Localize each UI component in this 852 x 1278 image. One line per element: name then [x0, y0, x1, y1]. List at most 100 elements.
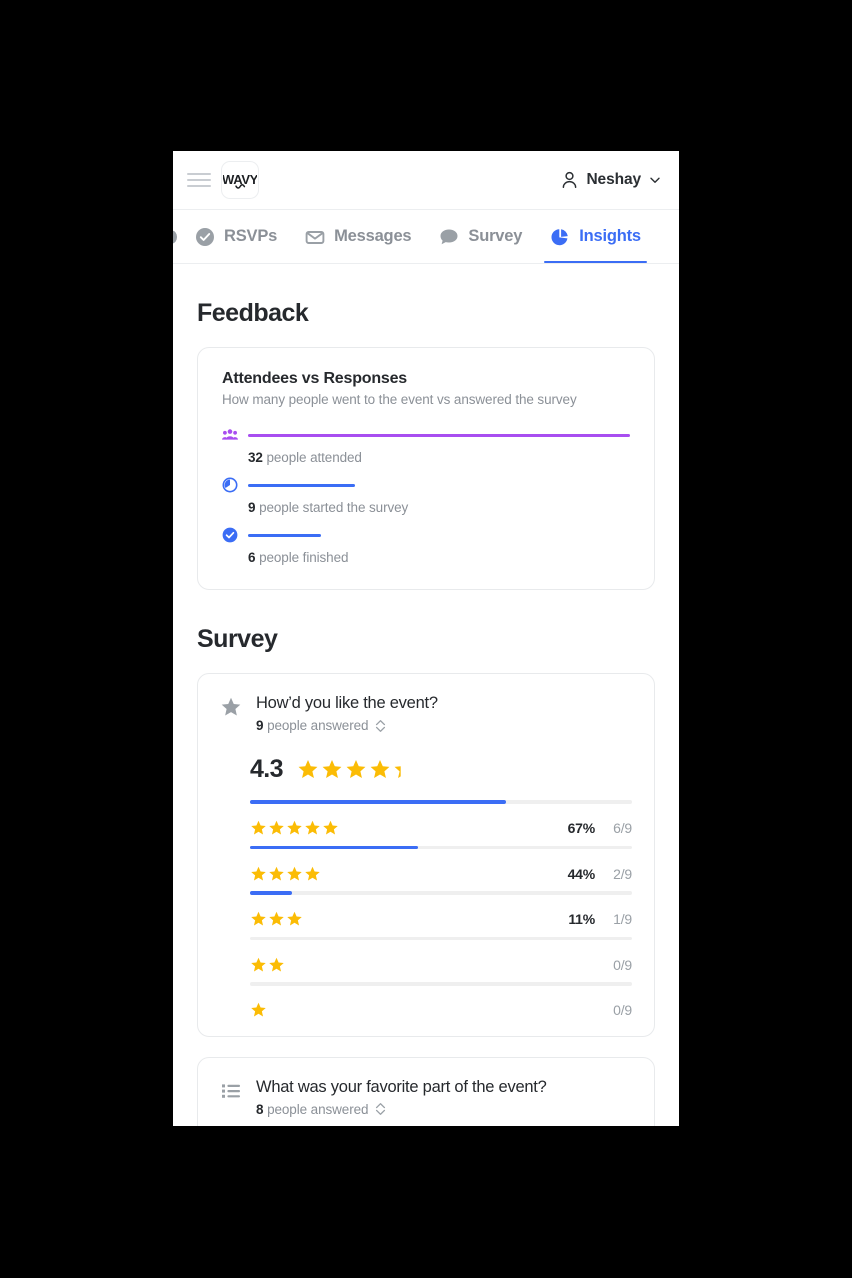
partial-tab-icon [173, 230, 177, 243]
star-icon [221, 697, 241, 716]
star-icon [287, 911, 302, 926]
pie-slice-icon [222, 477, 238, 493]
attendee-stat-caption: 32 people attended [248, 450, 630, 465]
user-menu[interactable]: Neshay [561, 171, 661, 189]
progress-fill [250, 891, 293, 895]
wavy-logo-icon: WAVY [223, 172, 257, 189]
tab-insights-label: Insights [579, 227, 641, 245]
tab-survey-label: Survey [468, 227, 523, 245]
rating-row: 67% 6/9 [250, 800, 632, 846]
progress-fill [248, 433, 630, 437]
star-icon [287, 866, 302, 880]
progress-track [248, 483, 630, 487]
progress-track [248, 533, 630, 537]
chevron-down-icon [650, 177, 660, 183]
answered-label: people answered [267, 1101, 369, 1117]
main-content: Feedback Attendees vs Responses How many… [173, 264, 679, 1126]
average-rating-stars [297, 759, 415, 780]
attendee-stat-label: people started the survey [259, 500, 409, 515]
star-icon [346, 760, 366, 778]
average-rating-value: 4.3 [250, 755, 284, 783]
question-header: How’d you like the event? 9 people answe… [220, 694, 632, 733]
tab-rsvps[interactable]: RSVPs [181, 210, 291, 263]
rating-stars-2 [250, 957, 285, 973]
progress-fill [250, 845, 419, 849]
progress-fill [248, 483, 355, 487]
rating-count: 0/9 [613, 956, 632, 973]
star-icon [269, 911, 284, 926]
svg-text:WAVY: WAVY [223, 172, 257, 187]
check-circle-filled-icon [222, 527, 238, 543]
rating-stars-4 [250, 866, 321, 882]
envelope-icon [305, 230, 325, 244]
rating-stars-5 [250, 820, 339, 836]
user-name: Neshay [586, 171, 641, 188]
rating-row: 11% 1/9 [250, 891, 632, 937]
star-icon [269, 820, 284, 835]
pie-chart-icon [551, 228, 569, 245]
progress-track [250, 982, 632, 986]
list-icon [222, 1083, 240, 1098]
progress-track [250, 845, 632, 849]
star-icon [251, 866, 266, 880]
person-icon [563, 171, 577, 188]
sort-updown-icon[interactable] [375, 1102, 386, 1116]
rating-count: 1/9 [613, 911, 632, 927]
sort-updown-icon[interactable] [375, 719, 386, 733]
average-rating-row: 4.3 [250, 755, 632, 784]
attendee-stat-value: 32 [248, 450, 263, 465]
rating-percent: 44% [567, 865, 596, 882]
attendee-stat-value: 6 [248, 550, 256, 565]
rating-row: 0/9 [250, 982, 632, 1028]
star-icon [305, 866, 320, 880]
attendee-stat-row: 32 people attended [222, 427, 630, 465]
question-text: What was your favorite part of the event… [256, 1077, 547, 1096]
star-icon [269, 957, 284, 971]
wavy-logo[interactable]: WAVY [221, 161, 259, 199]
progress-fill [250, 800, 506, 804]
tab-messages[interactable]: Messages [291, 210, 425, 263]
question-header: What was your favorite part of the event… [220, 1078, 632, 1117]
rating-stars-3 [250, 911, 303, 927]
rating-count: 6/9 [613, 820, 632, 836]
check-circle-icon [196, 227, 214, 246]
rating-distribution: 67% 6/9 44% 2/9 11% 1/9 0/9 0/9 [250, 800, 632, 1028]
tab-survey[interactable]: Survey [425, 210, 536, 263]
feedback-section-title: Feedback [197, 299, 309, 327]
attendees-vs-responses-card: Attendees vs Responses How many people w… [197, 347, 655, 590]
star-icon [251, 820, 266, 835]
hamburger-icon[interactable] [187, 168, 211, 192]
progress-track [250, 891, 632, 895]
rating-row: 44% 2/9 [250, 845, 632, 892]
star-icon [305, 820, 320, 835]
rating-row: 0/9 [250, 936, 632, 983]
card-subtitle: How many people went to the event vs ans… [222, 392, 577, 407]
tab-bar[interactable]: RSVPs Messages Survey Insights [173, 210, 679, 264]
question-meta: 8 people answered [256, 1102, 632, 1117]
rating-count: 2/9 [613, 865, 632, 882]
star-icon [269, 866, 284, 880]
question-meta: 9 people answered [256, 718, 632, 733]
star-icon [298, 760, 318, 778]
top-bar: WAVY Neshay [173, 151, 679, 210]
attendee-stat-caption: 6 people finished [248, 550, 630, 565]
progress-track [250, 800, 632, 804]
question-text: How’d you like the event? [256, 694, 438, 712]
attendee-stat-list: 32 people attended 9 people started the … [222, 427, 630, 565]
star-icon [370, 760, 390, 778]
tab-insights[interactable]: Insights [536, 210, 655, 263]
answered-label: people answered [267, 718, 369, 733]
tab-rsvps-label: RSVPs [224, 227, 278, 245]
star-half-icon [394, 766, 401, 778]
answered-count: 9 [256, 718, 264, 733]
survey-section-title: Survey [197, 625, 278, 653]
star-icon [322, 760, 342, 778]
card-title: Attendees vs Responses [222, 370, 408, 387]
tab-scrolled-offscreen[interactable] [173, 210, 181, 263]
attendee-stat-label: people finished [259, 550, 349, 565]
star-icon [251, 957, 266, 971]
attendee-stat-label: people attended [266, 450, 362, 465]
star-icon [251, 911, 266, 926]
attendee-stat-row: 6 people finished [222, 527, 630, 565]
rating-count: 0/9 [613, 1002, 632, 1018]
